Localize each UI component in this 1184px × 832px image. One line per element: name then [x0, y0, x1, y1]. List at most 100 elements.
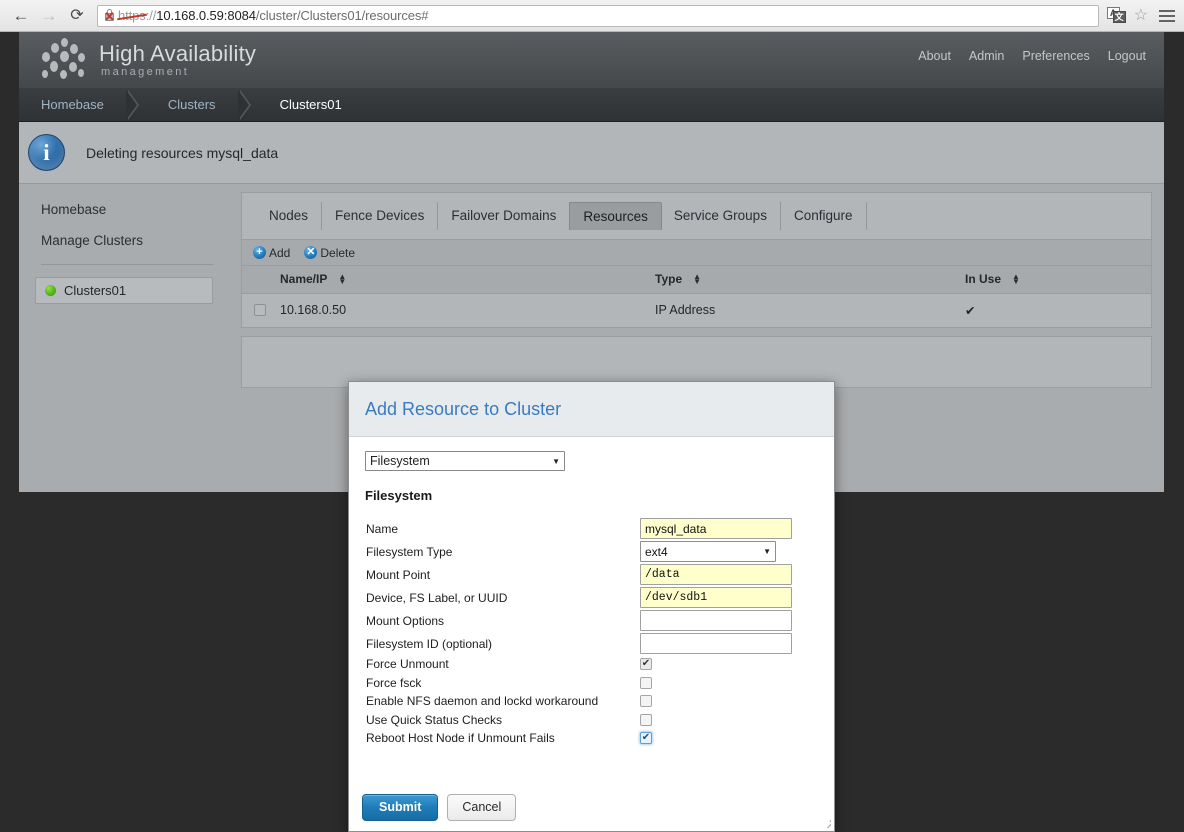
nav-link-logout[interactable]: Logout — [1108, 49, 1146, 63]
hamburger-menu-icon[interactable] — [1159, 9, 1175, 22]
sidebar-item-manage-clusters[interactable]: Manage Clusters — [41, 233, 241, 248]
column-header-name-ip[interactable]: Name/IP ▲ ▼ — [280, 266, 655, 294]
nav-link-about[interactable]: About — [918, 49, 951, 63]
dialog-body: Filesystem ▼ Filesystem Name mysql_data … — [349, 437, 834, 748]
tab-fence-devices[interactable]: Fence Devices — [322, 202, 439, 230]
translate-icon[interactable]: A文 — [1106, 7, 1126, 24]
column-label-in-use: In Use — [965, 272, 1002, 287]
nfs-workaround-checkbox[interactable] — [640, 695, 652, 708]
force-fsck-checkbox[interactable] — [640, 676, 652, 689]
delete-resource-button[interactable]: ✕ Delete — [304, 246, 355, 260]
sidebar-divider — [41, 264, 213, 265]
resources-table: Name/IP ▲ ▼ Type ▲ ▼ In Use ▲ ▼ 10.168.0… — [242, 266, 1151, 327]
mount-options-input[interactable] — [640, 610, 792, 631]
form-row-device: Device, FS Label, or UUID /dev/sdb1 — [365, 586, 818, 609]
label-quick-status: Use Quick Status Checks — [366, 712, 503, 727]
tab-service-groups[interactable]: Service Groups — [661, 202, 781, 230]
browser-action-icons: A文 ☆ — [1106, 7, 1184, 24]
checkbox-cell-quick-status — [640, 711, 818, 730]
add-resource-button[interactable]: + Add — [253, 246, 290, 260]
mount-point-input[interactable]: /data — [640, 564, 792, 585]
form-row-filesystem-id: Filesystem ID (optional) — [365, 632, 818, 655]
tab-resources[interactable]: Resources — [569, 201, 662, 231]
table-row[interactable]: 10.168.0.50 IP Address ✔ — [242, 293, 1151, 327]
breadcrumb: Homebase Clusters Clusters01 — [19, 88, 1164, 122]
filesystem-type-select[interactable]: ext4 ▼ — [640, 541, 776, 562]
name-input[interactable]: mysql_data — [640, 518, 792, 539]
url-scheme: https — [118, 8, 146, 23]
tab-failover-domains[interactable]: Failover Domains — [438, 202, 571, 230]
form-row-force-fsck: Force fsck — [365, 674, 818, 693]
tab-bar: Nodes Fence Devices Failover Domains Res… — [242, 193, 1151, 239]
filesystem-id-input[interactable] — [640, 633, 792, 654]
brand-title: High Availability — [99, 40, 257, 66]
field-cell-filesystem-type: ext4 ▼ — [640, 540, 818, 563]
label-force-unmount: Force Unmount — [366, 657, 449, 672]
form-row-name: Name mysql_data — [365, 517, 818, 540]
select-all-header — [242, 266, 280, 294]
breadcrumb-item-homebase[interactable]: Homebase — [19, 88, 126, 121]
row-checkbox-cell — [242, 293, 280, 327]
breadcrumb-separator-icon — [237, 88, 258, 121]
address-bar-text: https://10.168.0.59:8084/cluster/Cluster… — [118, 8, 429, 23]
checkbox-cell-nfs-workaround — [640, 692, 818, 711]
sort-icon[interactable]: ▲ ▼ — [338, 273, 346, 286]
reboot-host-node-checkbox[interactable]: ✔ — [640, 732, 652, 745]
cell-name-ip: 10.168.0.50 — [280, 293, 655, 327]
quick-status-checks-checkbox[interactable] — [640, 713, 652, 726]
column-header-in-use[interactable]: In Use ▲ ▼ — [965, 266, 1151, 294]
device-input[interactable]: /dev/sdb1 — [640, 587, 792, 608]
resource-type-value: Filesystem — [370, 454, 430, 468]
broken-certificate-icon[interactable]: ✕ — [104, 8, 117, 23]
table-header: Name/IP ▲ ▼ Type ▲ ▼ In Use ▲ ▼ — [242, 266, 1151, 294]
label-filesystem-id: Filesystem ID (optional) — [366, 636, 493, 651]
column-header-type[interactable]: Type ▲ ▼ — [655, 266, 965, 294]
resize-grip-icon[interactable] — [818, 815, 831, 828]
sidebar-item-clusters01[interactable]: Clusters01 — [35, 277, 213, 304]
sort-icon[interactable]: ▲ ▼ — [693, 273, 701, 286]
checkbox-cell-reboot-host: ✔ — [640, 729, 818, 748]
resources-card: Nodes Fence Devices Failover Domains Res… — [241, 192, 1152, 328]
force-unmount-checkbox[interactable]: ✔ — [640, 658, 652, 671]
submit-button[interactable]: Submit — [362, 794, 439, 821]
delete-button-label: Delete — [320, 245, 356, 260]
label-mount-point: Mount Point — [366, 567, 431, 582]
back-button[interactable]: ← — [7, 2, 35, 30]
sidebar: Homebase Manage Clusters Clusters01 — [19, 184, 241, 484]
dialog-footer: Submit Cancel — [349, 784, 834, 831]
checkbox-cell-force-unmount: ✔ — [640, 655, 818, 674]
chevron-down-icon: ▼ — [763, 547, 771, 556]
row-checkbox[interactable] — [254, 304, 266, 317]
resource-type-select[interactable]: Filesystem ▼ — [365, 451, 565, 471]
breadcrumb-item-clusters01[interactable]: Clusters01 — [258, 88, 364, 121]
field-cell-device: /dev/sdb1 — [640, 586, 818, 609]
form-row-mount-point: Mount Point /data — [365, 563, 818, 586]
dialog-header: Add Resource to Cluster — [349, 382, 834, 437]
sort-icon[interactable]: ▲ ▼ — [1012, 273, 1020, 286]
tab-nodes[interactable]: Nodes — [256, 202, 323, 230]
label-filesystem-type: Filesystem Type — [366, 544, 453, 559]
field-cell-filesystem-id — [640, 632, 818, 655]
dialog-title: Add Resource to Cluster — [365, 398, 562, 419]
add-button-label: Add — [269, 245, 291, 260]
plus-circle-icon: + — [253, 246, 266, 259]
label-mount-options: Mount Options — [366, 613, 445, 628]
address-bar[interactable]: ✕ https://10.168.0.59:8084/cluster/Clust… — [97, 4, 1099, 27]
label-reboot-host: Reboot Host Node if Unmount Fails — [366, 731, 555, 746]
tab-configure[interactable]: Configure — [781, 202, 867, 230]
label-name: Name — [366, 521, 399, 536]
sidebar-item-homebase[interactable]: Homebase — [41, 202, 241, 217]
star-icon[interactable]: ☆ — [1134, 7, 1148, 24]
brand-block: High Availability management — [37, 36, 256, 84]
cell-type: IP Address — [655, 293, 965, 327]
cancel-button[interactable]: Cancel — [447, 794, 517, 821]
form-row-filesystem-type: Filesystem Type ext4 ▼ — [365, 540, 818, 563]
label-device: Device, FS Label, or UUID — [366, 590, 508, 605]
reload-button[interactable]: ⟳ — [63, 2, 91, 30]
column-label-type: Type — [655, 272, 683, 287]
breadcrumb-item-clusters[interactable]: Clusters — [146, 88, 238, 121]
forward-button[interactable]: → — [35, 2, 63, 30]
nav-link-preferences[interactable]: Preferences — [1022, 49, 1089, 63]
top-navigation: About Admin Preferences Logout — [918, 49, 1146, 63]
nav-link-admin[interactable]: Admin — [969, 49, 1004, 63]
